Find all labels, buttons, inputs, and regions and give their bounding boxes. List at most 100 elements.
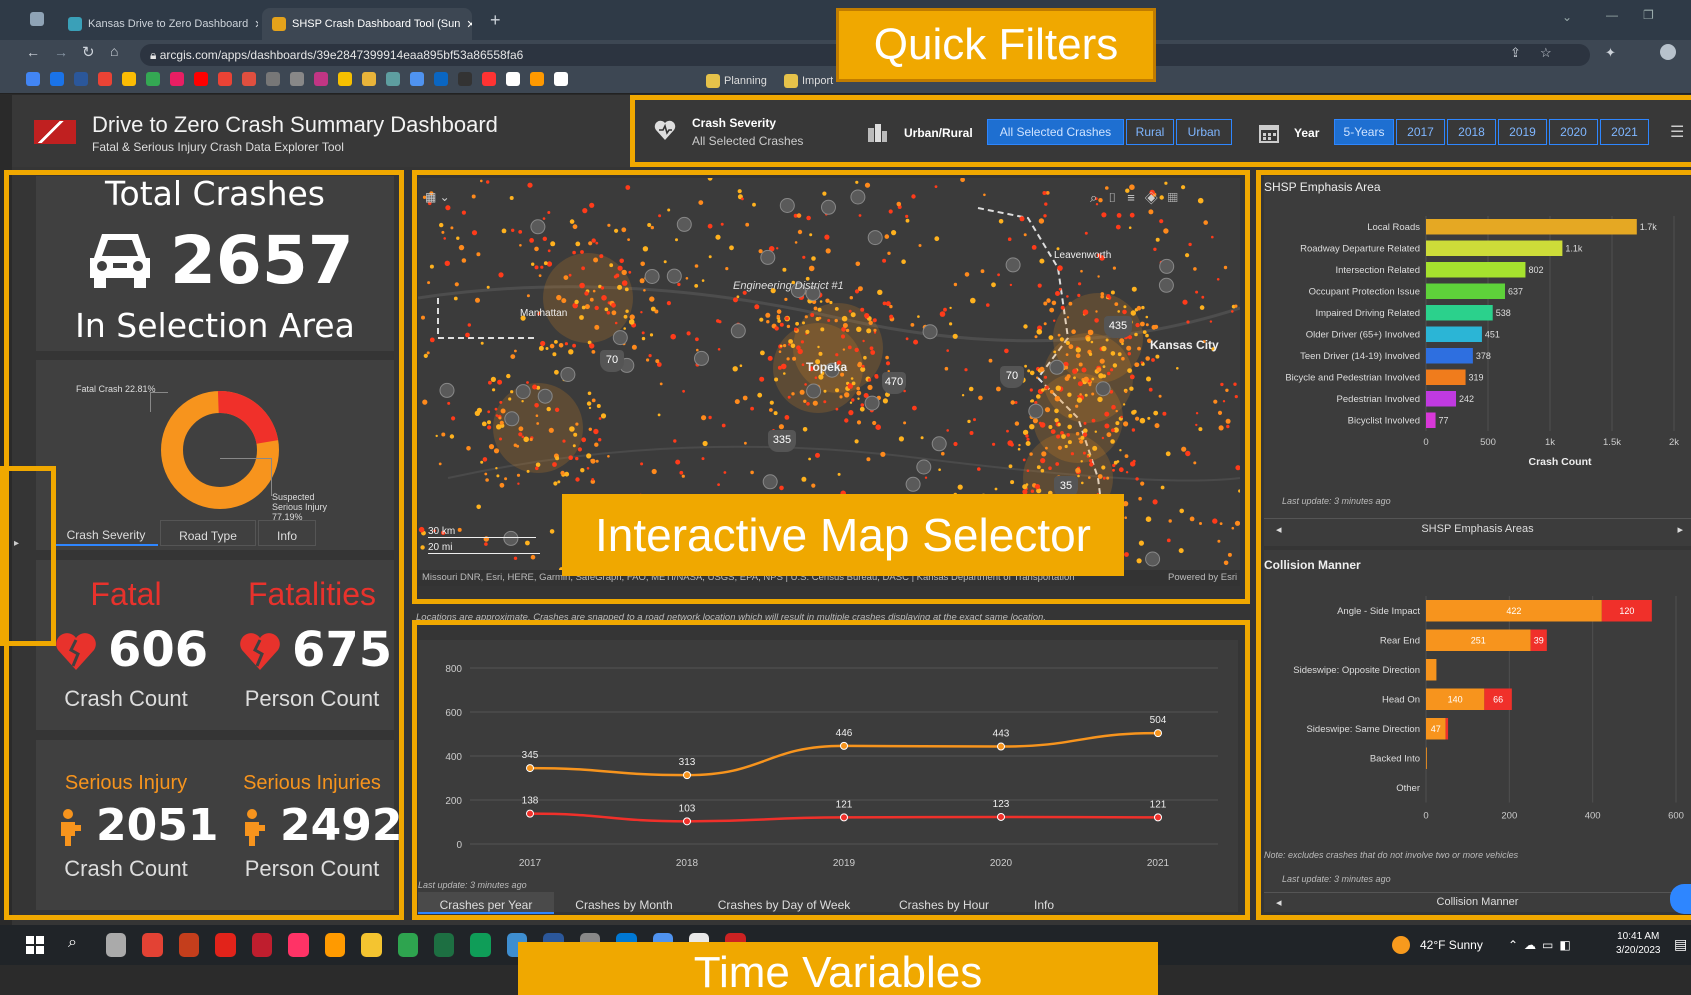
search-icon[interactable]: ⌕ — [1090, 190, 1107, 205]
map-select-tool-icon[interactable]: ▦ ⌄ — [425, 190, 481, 210]
fatal-title: Fatal — [90, 576, 162, 612]
year-2021[interactable]: 2021 — [1600, 119, 1649, 145]
bookmark-favicon-icon[interactable] — [362, 72, 376, 86]
taskbar-app-icon[interactable] — [215, 933, 236, 957]
bookmark-favicon-icon[interactable] — [170, 72, 184, 86]
prev-arrow-icon[interactable]: ◂ — [1276, 896, 1282, 909]
bookmark-favicon-icon[interactable] — [290, 72, 304, 86]
bookmark-favicon-icon[interactable] — [530, 72, 544, 86]
close-tab-icon[interactable]: ✕ — [466, 18, 472, 31]
extensions-icon[interactable]: ✦ — [1605, 45, 1616, 61]
bookmark-favicon-icon[interactable] — [194, 72, 208, 86]
shsp-bar-chart[interactable]: 0 500 1k 1.5k 2k Local Roads 1.7k Roadway Depar… — [1264, 210, 1691, 490]
reload-icon[interactable]: ↻ — [82, 43, 95, 61]
profile-avatar[interactable] — [1660, 44, 1676, 60]
weather-text[interactable]: 42°F Sunny — [1420, 938, 1483, 952]
tab-crashes-by-month[interactable]: Crashes by Month — [554, 892, 694, 914]
tab-info[interactable]: Info — [1014, 892, 1074, 914]
taskbar-app-icon[interactable] — [106, 933, 127, 957]
bookmark-favicon-icon[interactable] — [458, 72, 472, 86]
year-2019[interactable]: 2019 — [1498, 119, 1547, 145]
crashes-per-year-chart[interactable]: 0 200 400 600 800 2017 2018 2019 2020 2021 345 313 4… — [418, 644, 1238, 884]
windows-start-icon[interactable] — [26, 936, 44, 954]
notifications-icon[interactable]: ▤ — [1674, 936, 1687, 953]
filter-urban[interactable]: Urban — [1176, 119, 1232, 145]
tab-crashes-by-day-of-week[interactable]: Crashes by Day of Week — [694, 892, 874, 914]
bookmark-favicon-icon[interactable] — [74, 72, 88, 86]
bookmark-star-icon[interactable]: ☆ — [1540, 45, 1552, 61]
bookmark-favicon-icon[interactable] — [338, 72, 352, 86]
taskbar-app-icon[interactable] — [433, 933, 455, 957]
system-tray-icons[interactable]: ⌃☁▭◧ — [1508, 938, 1577, 952]
year-2017[interactable]: 2017 — [1396, 119, 1445, 145]
bookmark-favicon-icon[interactable] — [50, 72, 64, 86]
crash-severity-filter-value[interactable]: All Selected Crashes — [692, 134, 803, 148]
bookmark-favicon-icon[interactable] — [386, 72, 400, 86]
crash-point — [679, 470, 684, 475]
taskbar-app-icon[interactable] — [361, 933, 382, 957]
crash-severity-filter-label[interactable]: Crash Severity — [692, 116, 776, 130]
year-5-years[interactable]: 5-Years — [1334, 119, 1394, 145]
filter-rural[interactable]: Rural — [1126, 119, 1174, 145]
taskbar-app-icon[interactable] — [142, 933, 163, 957]
tab-search-icon[interactable] — [30, 12, 44, 26]
layers-icon[interactable]: ◈ — [1145, 190, 1168, 205]
bookmark-favicon-icon[interactable] — [218, 72, 232, 86]
tab-crash-severity[interactable]: Crash Severity — [54, 520, 158, 546]
bookmark-favicon-icon[interactable] — [434, 72, 448, 86]
taskbar-app-icon[interactable] — [251, 933, 273, 957]
bookmark-favicon-icon[interactable] — [122, 72, 136, 86]
taskbar-app-icon[interactable] — [178, 933, 200, 957]
bookmark-favicon-icon[interactable] — [26, 72, 40, 86]
taskbar-app-icon[interactable] — [324, 933, 346, 957]
year-2018[interactable]: 2018 — [1447, 119, 1496, 145]
taskbar-app-icon[interactable] — [397, 933, 418, 957]
maximize-icon[interactable]: ❐ — [1643, 8, 1654, 22]
bookmark-icon[interactable]: ▯ — [1107, 190, 1127, 205]
bookmark-favicon-icon[interactable] — [314, 72, 328, 86]
tab-road-type[interactable]: Road Type — [160, 520, 256, 546]
tab-info[interactable]: Info — [258, 520, 316, 546]
home-icon[interactable]: ⌂ — [110, 43, 118, 59]
browser-tab-2[interactable]: SHSP Crash Dashboard Tool (Sun ✕ — [262, 8, 472, 40]
year-2020[interactable]: 2020 — [1549, 119, 1598, 145]
legend-icon[interactable]: ≡ — [1127, 190, 1145, 205]
next-arrow-icon[interactable]: ▸ — [1677, 523, 1683, 536]
taskbar-clock[interactable]: 10:41 AM 3/20/2023 — [1616, 930, 1661, 958]
taskbar-app-icon[interactable] — [470, 933, 491, 957]
bookmark-favicon-icon[interactable] — [410, 72, 424, 86]
collision-footer-nav[interactable]: ◂ Collision Manner — [1264, 892, 1691, 912]
taskbar-search-icon[interactable]: ⌕ — [68, 934, 77, 952]
forward-icon[interactable]: → — [54, 44, 68, 60]
share-icon[interactable]: ⇪ — [1510, 45, 1521, 61]
bookmark-favicon-icon[interactable] — [506, 72, 520, 86]
help-button[interactable] — [1670, 884, 1691, 914]
bookmark-folder-planning[interactable]: Planning — [706, 72, 767, 90]
prev-arrow-icon[interactable]: ◂ — [1276, 523, 1282, 536]
tab-crashes-by-hour[interactable]: Crashes by Hour — [874, 892, 1014, 914]
bookmark-folder-import[interactable]: Import — [784, 72, 833, 90]
bookmark-favicon-icon[interactable] — [482, 72, 496, 86]
tab-crashes-per-year[interactable]: Crashes per Year — [418, 892, 554, 914]
shsp-footer-nav[interactable]: ◂ SHSP Emphasis Areas ▸ — [1264, 518, 1691, 540]
back-icon[interactable]: ← — [26, 44, 40, 60]
map-toolbar[interactable]: ⌕▯≡◈▦ — [1090, 190, 1230, 210]
basemap-icon[interactable]: ▦ — [1168, 190, 1188, 205]
close-tab-icon[interactable]: ✕ — [254, 18, 258, 31]
tab-dropdown-icon[interactable]: ⌄ — [1562, 10, 1572, 24]
collision-bar-chart[interactable]: 0 200 400 600 Angle - Side Impact 422 120 Rear … — [1264, 594, 1691, 834]
bookmark-favicon-icon[interactable] — [98, 72, 112, 86]
taskbar-app-icon[interactable] — [288, 933, 309, 957]
sidebar-expand-icon[interactable]: ▸ — [14, 538, 19, 549]
bookmark-favicon-icon[interactable] — [554, 72, 568, 86]
menu-icon[interactable]: ☰ — [1670, 122, 1684, 142]
bookmark-favicon-icon[interactable] — [266, 72, 280, 86]
crash-point — [606, 311, 611, 315]
crash-point — [1046, 298, 1051, 303]
browser-tab-1[interactable]: Kansas Drive to Zero Dashboard ✕ — [58, 8, 258, 40]
new-tab-icon[interactable]: + — [490, 10, 501, 31]
minimize-icon[interactable]: — — [1606, 8, 1618, 22]
filter-all-selected-crashes[interactable]: All Selected Crashes — [987, 119, 1124, 145]
bookmark-favicon-icon[interactable] — [146, 72, 160, 86]
bookmark-favicon-icon[interactable] — [242, 72, 256, 86]
